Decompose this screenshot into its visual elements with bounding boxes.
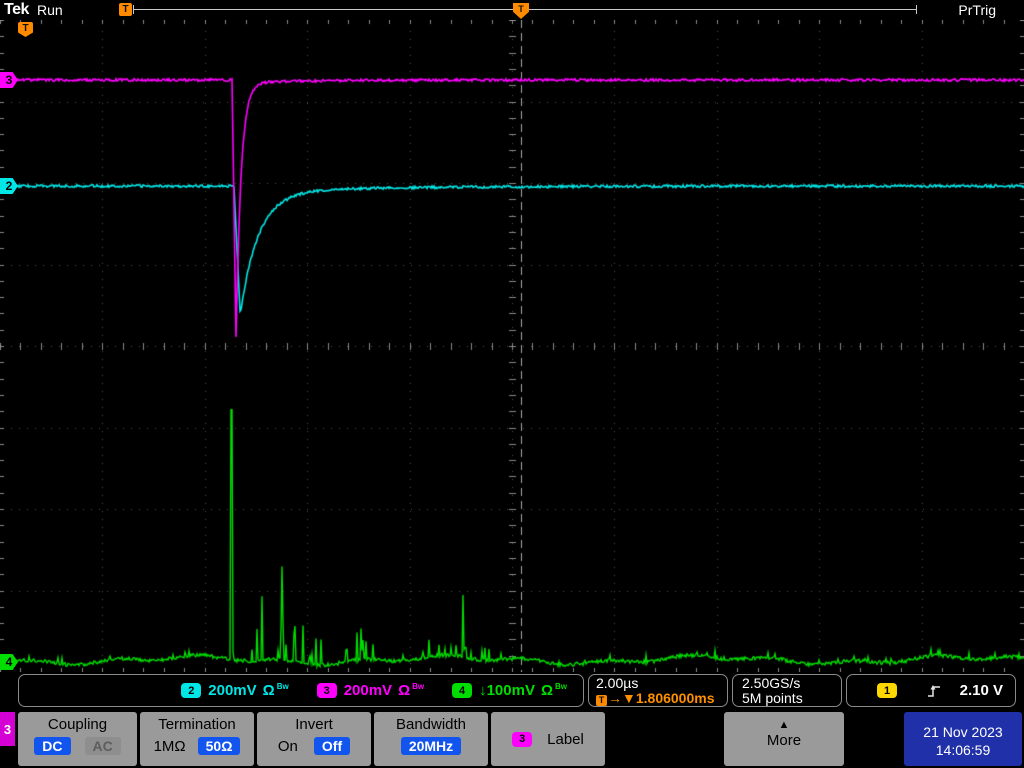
invert-on-option[interactable]: On — [278, 738, 298, 755]
ch2-impedance: Ω — [262, 682, 275, 699]
delay-readout: T →▼1.806000ms — [596, 691, 720, 706]
more-button[interactable]: ▲ More — [724, 712, 844, 766]
sample-rate: 2.50GS/s — [742, 675, 801, 691]
coupling-ac-option[interactable]: AC — [84, 737, 121, 755]
trigger-level: 2.10 V — [959, 682, 1003, 699]
bandwidth-title: Bandwidth — [395, 716, 467, 733]
oscilloscope-screen: Tek Run T T PrTrig T 3 2 4 2 200mV Ω Bw … — [0, 0, 1024, 768]
ch4-bandwidth-limit-icon: Bw — [555, 682, 567, 691]
ch2-scale: 200mV — [208, 682, 257, 699]
coupling-button[interactable]: Coupling DC AC — [18, 712, 137, 766]
ch4-scale: ↓100mV — [479, 682, 535, 699]
more-text: More — [766, 732, 802, 749]
ch3-badge: 3 — [316, 683, 337, 698]
ch2-badge: 2 — [181, 683, 202, 698]
date-text: 21 Nov 2023 — [923, 724, 1003, 740]
time-text: 14:06:59 — [935, 742, 991, 758]
ch4-readout: 4 ↓100mV Ω Bw — [452, 682, 567, 699]
trigger-source-badge: 1 — [877, 683, 897, 698]
softkey-menu-bar: 3 Coupling DC AC Termination 1MΩ 50Ω Inv… — [0, 710, 1024, 768]
termination-50ohm-option[interactable]: 50Ω — [197, 737, 241, 755]
more-up-arrow-icon: ▲ — [778, 719, 790, 731]
ch3-bandwidth-limit-icon: Bw — [412, 682, 425, 691]
record-length: 5M points — [742, 690, 803, 706]
datetime-display: 21 Nov 2023 14:06:59 — [904, 712, 1022, 766]
label-channel-badge: 3 — [512, 731, 533, 747]
delay-value: 1.806000ms — [635, 690, 715, 706]
acquisition-readout: 2.50GS/s 5M points — [732, 674, 842, 707]
invert-off-option[interactable]: Off — [313, 737, 351, 755]
trigger-position-marker[interactable]: T — [513, 3, 529, 19]
waveform-display — [0, 20, 1024, 672]
termination-title: Termination — [158, 716, 236, 733]
ch3-readout: 3 200mV Ω Bw — [316, 682, 425, 699]
termination-1mohm-option[interactable]: 1MΩ — [154, 738, 186, 755]
label-text: Label — [547, 730, 584, 748]
pretrig-status: PrTrig — [958, 2, 996, 18]
ch4-badge: 4 — [452, 683, 473, 698]
rising-edge-icon — [928, 684, 940, 697]
top-status-bar: Tek Run T T PrTrig — [0, 0, 1024, 20]
record-trigger-icon[interactable]: T — [119, 3, 132, 16]
readout-bar: 2 200mV Ω Bw 3 200mV Ω Bw 4 ↓100mV Ω Bw … — [0, 672, 1024, 710]
ch3-scale: 200mV — [343, 682, 393, 699]
invert-title: Invert — [295, 716, 333, 733]
timebase-readout: 2.00µs T →▼1.806000ms — [588, 674, 728, 707]
label-button[interactable]: 3 Label — [491, 712, 605, 766]
channel-scale-readout: 2 200mV Ω Bw 3 200mV Ω Bw 4 ↓100mV Ω Bw — [18, 674, 584, 707]
menu-channel-tab: 3 — [0, 712, 15, 746]
graticule-area: T 3 2 4 — [0, 20, 1024, 672]
termination-button[interactable]: Termination 1MΩ 50Ω — [140, 712, 254, 766]
bandwidth-button[interactable]: Bandwidth 20MHz — [374, 712, 488, 766]
acquisition-status: Run — [37, 2, 63, 18]
ch2-readout: 2 200mV Ω Bw — [181, 682, 289, 699]
trigger-readout: 1 2.10 V — [846, 674, 1016, 707]
bandwidth-value[interactable]: 20MHz — [400, 737, 462, 755]
ch2-bandwidth-limit-icon: Bw — [276, 682, 289, 691]
invert-button[interactable]: Invert On Off — [257, 712, 371, 766]
tek-logo: Tek — [4, 1, 29, 18]
coupling-title: Coupling — [47, 716, 108, 733]
coupling-dc-option[interactable]: DC — [34, 737, 71, 755]
delay-trigger-icon: T — [596, 695, 607, 706]
timebase-value: 2.00µs — [596, 675, 639, 691]
ch4-impedance: Ω — [540, 682, 553, 699]
delay-arrows: →▼ — [608, 690, 636, 706]
ch3-impedance: Ω — [398, 682, 411, 699]
